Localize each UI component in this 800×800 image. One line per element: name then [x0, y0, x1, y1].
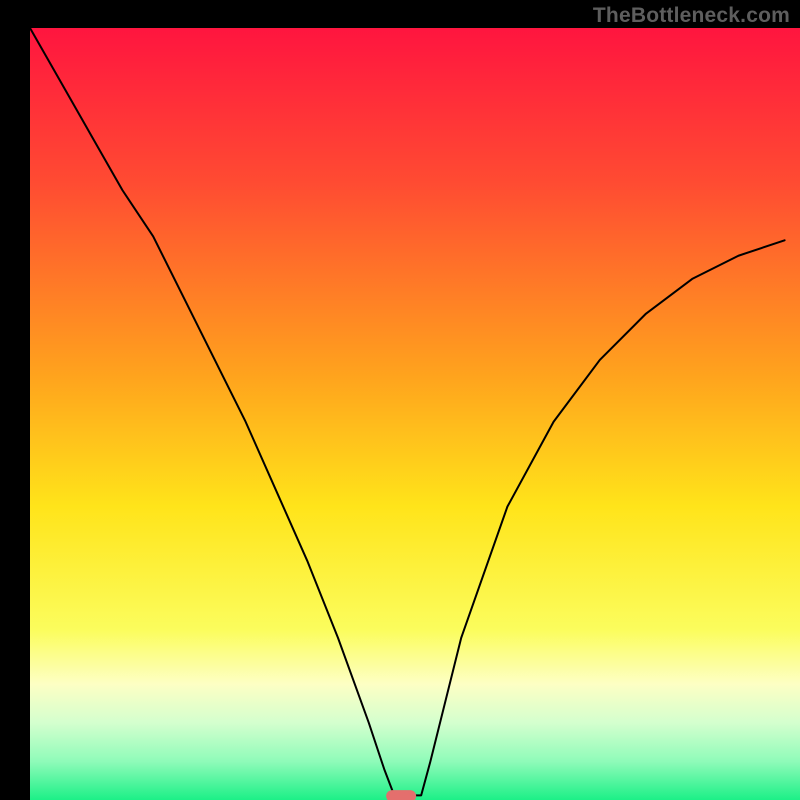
watermark-text: TheBottleneck.com	[593, 4, 790, 28]
chart-stage: TheBottleneck.com	[0, 0, 800, 800]
valley-marker	[386, 790, 416, 800]
bottleneck-plot	[30, 28, 800, 800]
gradient-background	[30, 28, 800, 800]
